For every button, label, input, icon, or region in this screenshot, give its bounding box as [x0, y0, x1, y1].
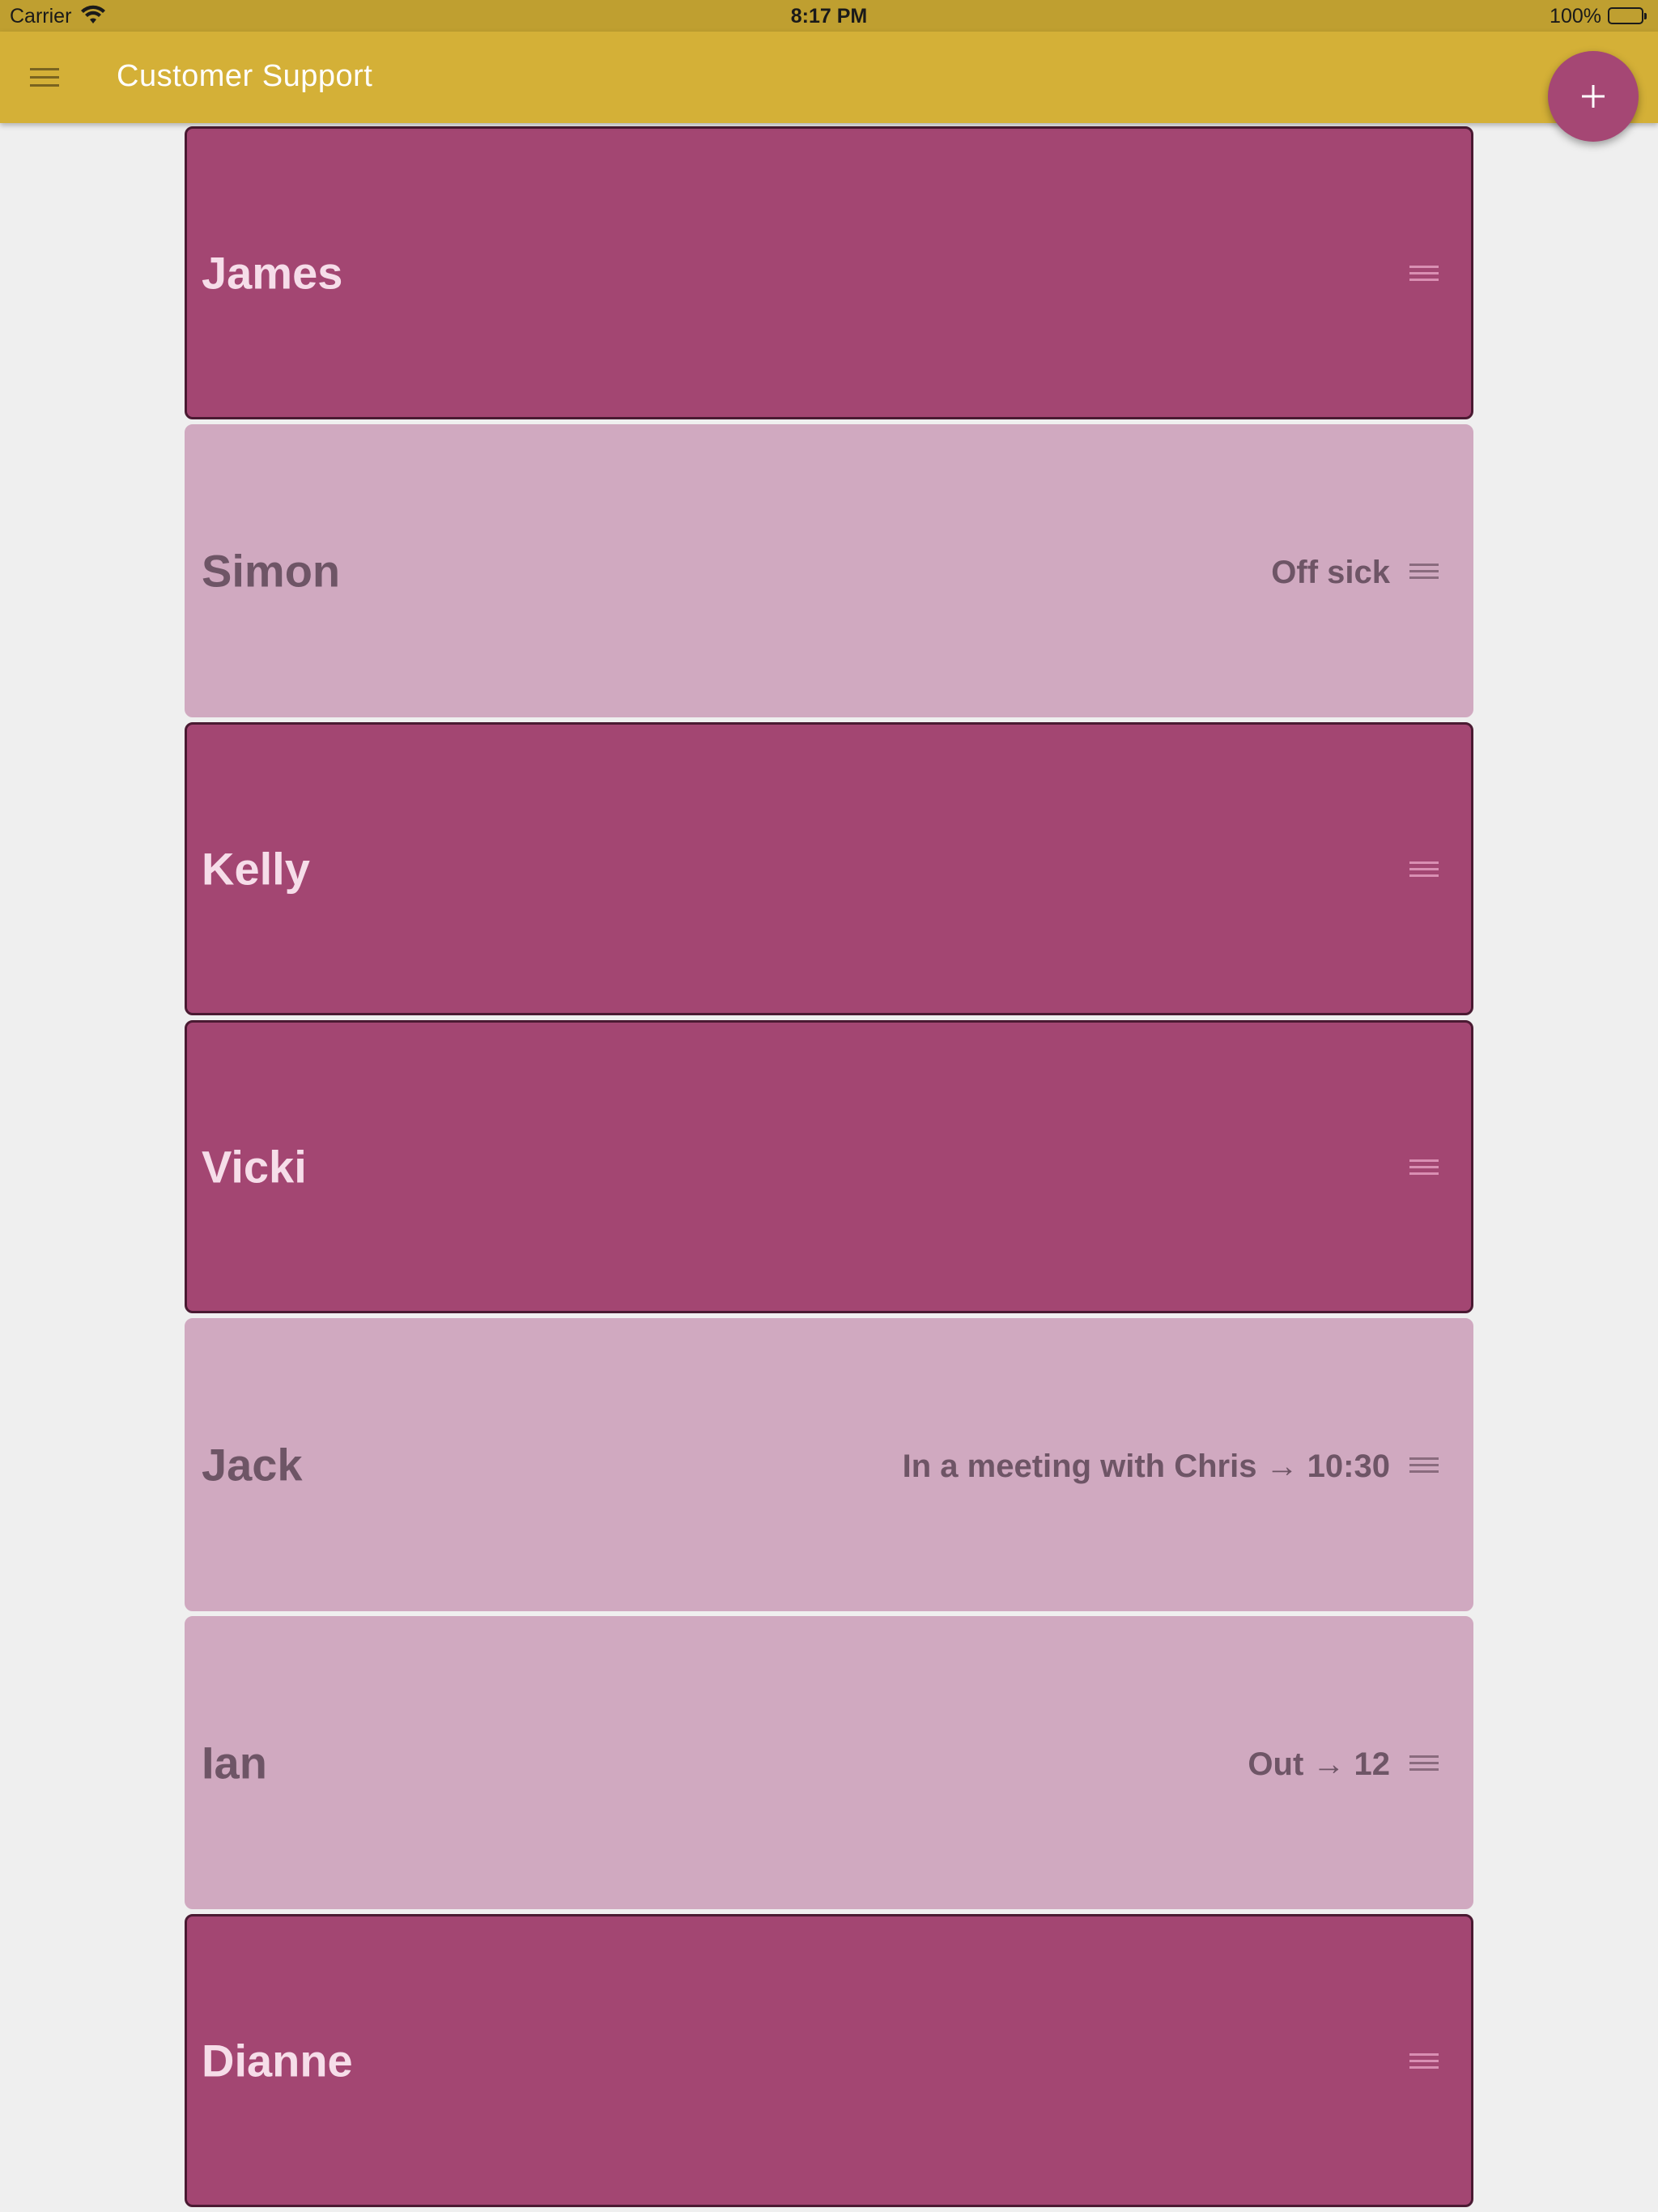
- drag-handle-icon[interactable]: [1408, 559, 1440, 583]
- staff-status: Off sick: [1271, 555, 1390, 591]
- page-title: Customer Support: [117, 59, 373, 93]
- staff-name: James: [202, 247, 343, 299]
- battery-percentage: 100%: [1550, 5, 1601, 28]
- staff-name: Vicki: [202, 1141, 307, 1193]
- staff-card[interactable]: James: [185, 126, 1473, 419]
- staff-card[interactable]: Kelly: [185, 722, 1473, 1015]
- clock: 8:17 PM: [790, 5, 868, 28]
- hamburger-menu-icon: [30, 68, 59, 87]
- drag-handle-icon[interactable]: [1408, 857, 1440, 881]
- staff-card[interactable]: Jack In a meeting with Chris → 10:30: [185, 1318, 1473, 1611]
- battery-icon: [1608, 7, 1647, 24]
- staff-card[interactable]: Simon Off sick: [185, 424, 1473, 717]
- staff-name: Kelly: [202, 843, 310, 895]
- staff-status: Out → 12: [1248, 1746, 1390, 1783]
- menu-button[interactable]: [24, 60, 65, 96]
- staff-name: Jack: [202, 1439, 303, 1491]
- staff-list: James Simon Off sick Kelly Vicki Jack In a mee…: [185, 126, 1473, 2212]
- staff-card[interactable]: Vicki: [185, 1020, 1473, 1313]
- staff-status: In a meeting with Chris → 10:30: [902, 1448, 1390, 1485]
- staff-name: Ian: [202, 1737, 267, 1789]
- plus-icon: [1582, 85, 1605, 108]
- add-button[interactable]: [1548, 51, 1639, 142]
- app-bar: Customer Support: [0, 32, 1658, 123]
- staff-name: Dianne: [202, 2035, 353, 2087]
- staff-card[interactable]: Dianne: [185, 1914, 1473, 2207]
- drag-handle-icon[interactable]: [1408, 2048, 1440, 2073]
- staff-name: Simon: [202, 545, 341, 597]
- drag-handle-icon[interactable]: [1408, 1155, 1440, 1179]
- drag-handle-icon[interactable]: [1408, 1453, 1440, 1477]
- status-bar: Carrier 8:17 PM 100%: [0, 0, 1658, 32]
- drag-handle-icon[interactable]: [1408, 261, 1440, 285]
- staff-card[interactable]: Ian Out → 12: [185, 1616, 1473, 1909]
- drag-handle-icon[interactable]: [1408, 1750, 1440, 1775]
